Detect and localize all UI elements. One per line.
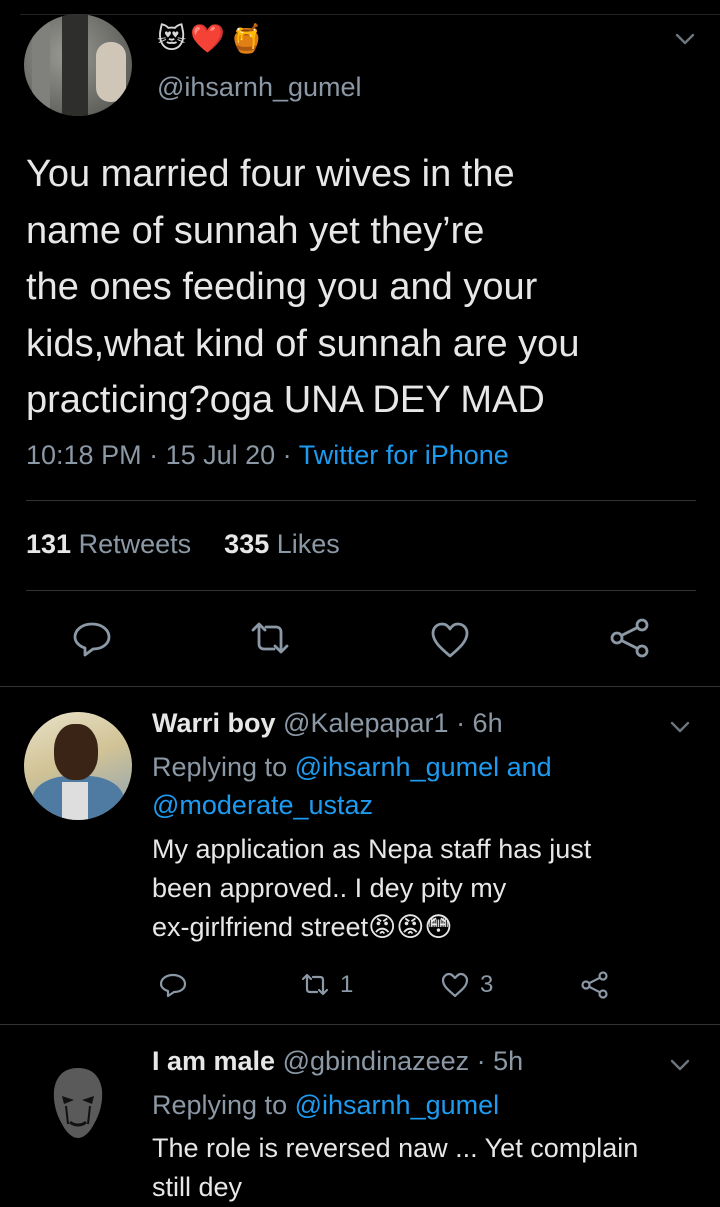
reply-text-line: My application as Nepa staff has just bbox=[152, 834, 592, 864]
share-button[interactable] bbox=[580, 970, 610, 1000]
retweet-button[interactable]: 1 bbox=[300, 970, 353, 1000]
retweet-icon bbox=[301, 973, 329, 996]
tweet-text-line: practicing?oga UNA DEY MAD bbox=[26, 379, 545, 421]
reply-header: I am male @gbindinazeez · 5h bbox=[152, 1046, 523, 1077]
reply-text: My application as Nepa staff has just be… bbox=[152, 830, 692, 947]
like-count: 3 bbox=[480, 971, 494, 998]
display-name-emojis[interactable]: 😻 ❤️ 🍯 bbox=[157, 22, 264, 56]
like-count: 335 bbox=[224, 529, 270, 559]
mention-link[interactable]: @ihsarnh_gumel bbox=[295, 1090, 500, 1120]
replying-to: Replying to @ihsarnh_gumel bbox=[152, 1086, 692, 1124]
reply-icon bbox=[159, 973, 187, 998]
user-handle[interactable]: @gbindinazeez · 5h bbox=[283, 1046, 524, 1076]
replying-label: Replying to bbox=[152, 752, 288, 782]
honey-pot-emoji: 🍯 bbox=[229, 23, 264, 54]
tweet-meta: 10:18 PM · 15 Jul 20 · Twitter for iPhon… bbox=[26, 440, 509, 471]
reply-text: The role is reversed naw ... Yet complai… bbox=[152, 1129, 712, 1207]
meta-separator: · bbox=[275, 440, 299, 470]
user-handle[interactable]: @ihsarnh_gumel bbox=[157, 72, 362, 103]
tweet-text-line: kids,what kind of sunnah are you bbox=[26, 322, 580, 365]
tweet-stats: 131 Retweets 335 Likes bbox=[26, 529, 340, 560]
like-button[interactable]: 3 bbox=[440, 970, 493, 1000]
retweet-count: 1 bbox=[340, 971, 354, 998]
like-label: Likes bbox=[276, 529, 340, 559]
red-heart-emoji: ❤️ bbox=[190, 23, 226, 54]
like-icon bbox=[441, 972, 469, 998]
retweet-icon[interactable] bbox=[248, 616, 292, 660]
retweet-count: 131 bbox=[26, 529, 72, 559]
retweet-label: Retweets bbox=[78, 529, 192, 559]
mask-face-icon bbox=[53, 1068, 103, 1138]
display-name[interactable]: I am male bbox=[152, 1046, 275, 1076]
divider bbox=[0, 686, 720, 687]
avatar[interactable] bbox=[24, 712, 132, 820]
tweet-text: You married four wives in the name of su… bbox=[26, 146, 686, 429]
top-divider bbox=[20, 14, 720, 15]
share-icon bbox=[581, 971, 608, 999]
tweet-text-line: You married four wives in the bbox=[26, 153, 515, 195]
divider bbox=[0, 1024, 720, 1025]
display-name[interactable]: Warri boy bbox=[152, 708, 276, 738]
cat-heart-eyes-emoji: 😻 bbox=[157, 23, 187, 54]
chevron-down-icon[interactable] bbox=[667, 1052, 693, 1078]
tweet-text-line: the ones feeding you and your bbox=[26, 266, 538, 308]
reply-text-line: ex-girlfriend street bbox=[152, 912, 369, 942]
angry-face-emojis: 😡😡😳 bbox=[368, 912, 453, 942]
reply-text-line: The role is reversed naw ... Yet complai… bbox=[152, 1133, 639, 1163]
user-handle[interactable]: @Kalepapar1 · 6h bbox=[283, 708, 503, 738]
reply-text-line: been approved.. I dey pity my bbox=[152, 873, 507, 903]
tweet-date[interactable]: 15 Jul 20 bbox=[166, 440, 276, 470]
tweet-text-line: name of sunnah yet they’re bbox=[26, 209, 485, 252]
retweets-stat[interactable]: 131 Retweets bbox=[26, 529, 191, 559]
replying-label: Replying to bbox=[152, 1090, 288, 1120]
tweet-source-link[interactable]: Twitter for iPhone bbox=[299, 440, 509, 470]
avatar[interactable] bbox=[24, 14, 132, 116]
reply-icon[interactable] bbox=[70, 616, 114, 660]
like-icon[interactable] bbox=[428, 618, 472, 662]
reply-text-line: still dey bbox=[152, 1172, 243, 1202]
tweet-time[interactable]: 10:18 PM bbox=[26, 440, 142, 470]
replying-to: Replying to @ihsarnh_gumel and @moderate… bbox=[152, 748, 692, 824]
likes-stat[interactable]: 335 Likes bbox=[224, 529, 340, 559]
share-icon[interactable] bbox=[608, 616, 652, 660]
divider bbox=[26, 500, 696, 501]
reply-header: Warri boy @Kalepapar1 · 6h bbox=[152, 708, 503, 739]
divider bbox=[26, 590, 696, 591]
chevron-down-icon[interactable] bbox=[667, 714, 693, 740]
chevron-down-icon[interactable] bbox=[672, 26, 698, 52]
mention-link[interactable]: @ihsarnh_gumel and bbox=[295, 752, 552, 782]
meta-separator: · bbox=[141, 440, 166, 470]
mention-link[interactable]: @moderate_ustaz bbox=[152, 790, 373, 820]
avatar[interactable] bbox=[24, 1046, 132, 1154]
reply-button[interactable] bbox=[158, 970, 188, 1000]
